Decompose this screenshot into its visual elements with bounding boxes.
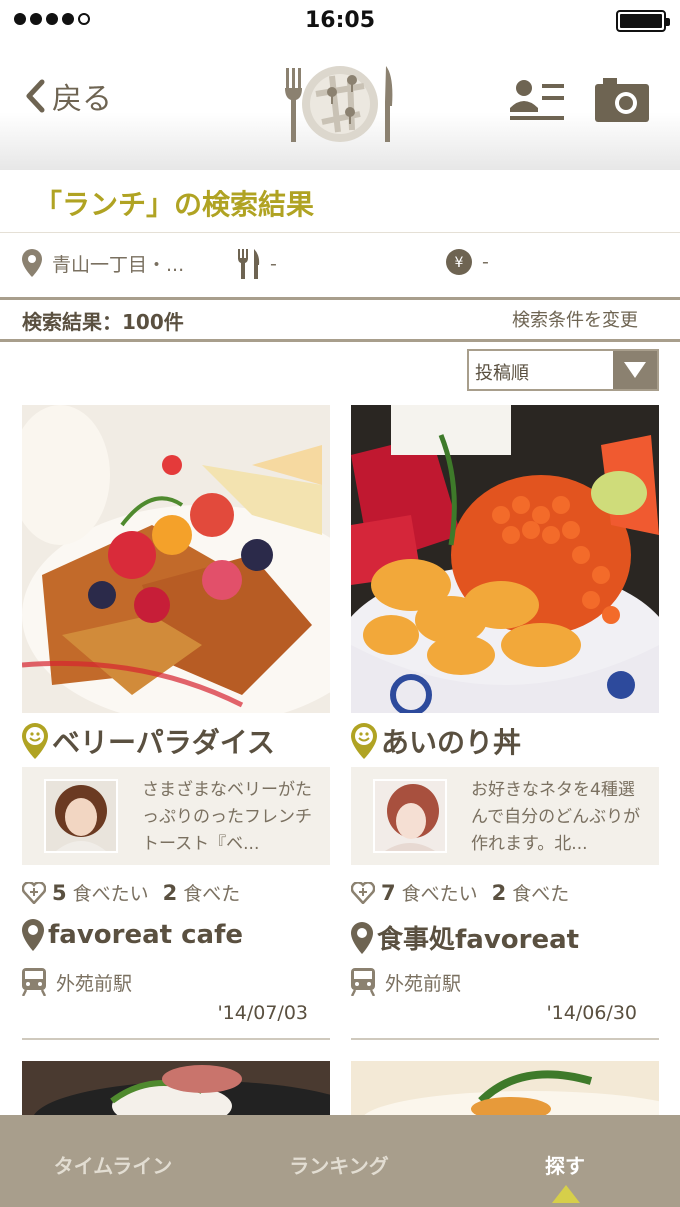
next-post-photo[interactable]: [22, 1061, 330, 1117]
divider: [351, 1038, 659, 1040]
tab-bar: タイムライン ランキング 探す: [0, 1115, 680, 1207]
shop-link[interactable]: favoreat cafe: [22, 919, 243, 951]
dropdown-arrow-icon: [613, 351, 657, 389]
want-count: 5: [52, 880, 67, 905]
nav-bar: 戻る: [0, 42, 680, 170]
dish-name-text: ベリーパラダイス: [52, 726, 275, 759]
yen-coin-icon: ¥: [446, 249, 472, 275]
map-pin-icon: [351, 921, 373, 954]
app-logo-icon: [285, 66, 393, 142]
results-count: 検索結果：100件: [22, 310, 184, 334]
avatar[interactable]: [373, 779, 447, 853]
smiley-pin-icon: [22, 723, 48, 759]
back-button[interactable]: 戻る: [24, 74, 112, 118]
heart-icon: [351, 881, 375, 904]
comment-text: お好きなネタを4種選んで自分のどんぶりが作れます。北...: [471, 780, 641, 854]
post-stats: 5 食べたい 2 食べた: [22, 879, 240, 906]
fork-knife-icon: [238, 249, 260, 279]
back-label: 戻る: [52, 82, 112, 117]
post-date: '14/06/30: [546, 1002, 637, 1024]
results-bar: 検索結果：100件 検索条件を変更: [0, 299, 680, 342]
ate-count: 2: [491, 880, 507, 905]
status-bar: 16:05: [0, 0, 680, 42]
station-info: 外苑前駅: [351, 968, 461, 996]
filter-bar: 青山一丁目・... - ¥ -: [0, 232, 680, 300]
train-icon: [22, 968, 46, 996]
shop-name: favoreat cafe: [48, 920, 244, 950]
chevron-left-icon: [26, 79, 45, 113]
post-stats: 7 食べたい 2 食べた: [351, 879, 569, 906]
genre-filter[interactable]: -: [238, 249, 277, 279]
smiley-pin-icon: [351, 723, 377, 759]
want-count: 7: [381, 880, 396, 905]
price-filter[interactable]: ¥ -: [446, 249, 489, 275]
comment-text: さまざまなベリーがたっぷりのったフレンチトースト『ベ...: [142, 780, 312, 854]
post-date: '14/07/03: [217, 1002, 308, 1024]
sort-selected: 投稿順: [475, 363, 529, 384]
area-filter-value: 青山一丁目・...: [52, 253, 185, 276]
dish-name[interactable]: ベリーパラダイス: [22, 721, 275, 761]
change-conditions-link[interactable]: 検索条件を変更: [512, 306, 638, 332]
tab-ranking[interactable]: ランキング: [226, 1150, 452, 1179]
want-label: 食べたい: [401, 883, 478, 905]
shop-link[interactable]: 食事処favoreat: [351, 919, 579, 956]
active-tab-indicator-icon: [552, 1185, 580, 1203]
avatar[interactable]: [44, 779, 118, 853]
next-post-photo[interactable]: [351, 1061, 659, 1117]
page-title: 「ランチ」の検索結果: [34, 188, 315, 221]
post-comment[interactable]: さまざまなベリーがたっぷりのったフレンチトースト『ベ...: [22, 767, 330, 865]
heart-icon: [22, 881, 46, 904]
map-pin-icon: [22, 249, 42, 277]
camera-icon[interactable]: [595, 78, 649, 126]
divider: [22, 1038, 330, 1040]
ate-label: 食べた: [183, 883, 241, 905]
post-comment[interactable]: お好きなネタを4種選んで自分のどんぶりが作れます。北...: [351, 767, 659, 865]
want-label: 食べたい: [72, 883, 149, 905]
shop-name: 食事処favoreat: [377, 925, 580, 955]
svg-text:¥: ¥: [455, 255, 464, 271]
price-filter-value: -: [482, 251, 489, 273]
dish-name-text: あいのり丼: [381, 726, 522, 759]
french-toast-photo[interactable]: [22, 405, 330, 713]
train-icon: [351, 968, 375, 996]
station-info: 外苑前駅: [22, 968, 132, 996]
profile-list-icon[interactable]: [510, 78, 564, 126]
seafood-bowl-photo[interactable]: [351, 405, 659, 713]
station-name: 外苑前駅: [56, 972, 133, 995]
sort-dropdown[interactable]: 投稿順: [467, 349, 659, 391]
ate-label: 食べた: [512, 883, 570, 905]
area-filter[interactable]: 青山一丁目・...: [22, 249, 184, 277]
dish-name[interactable]: あいのり丼: [351, 721, 521, 761]
battery-icon: [616, 10, 670, 32]
map-pin-icon: [22, 919, 44, 951]
tab-timeline[interactable]: タイムライン: [0, 1150, 226, 1179]
tab-search[interactable]: 探す: [452, 1150, 678, 1179]
genre-filter-value: -: [270, 253, 277, 275]
status-time: 16:05: [304, 8, 376, 33]
ate-count: 2: [162, 880, 178, 905]
station-name: 外苑前駅: [385, 972, 462, 995]
